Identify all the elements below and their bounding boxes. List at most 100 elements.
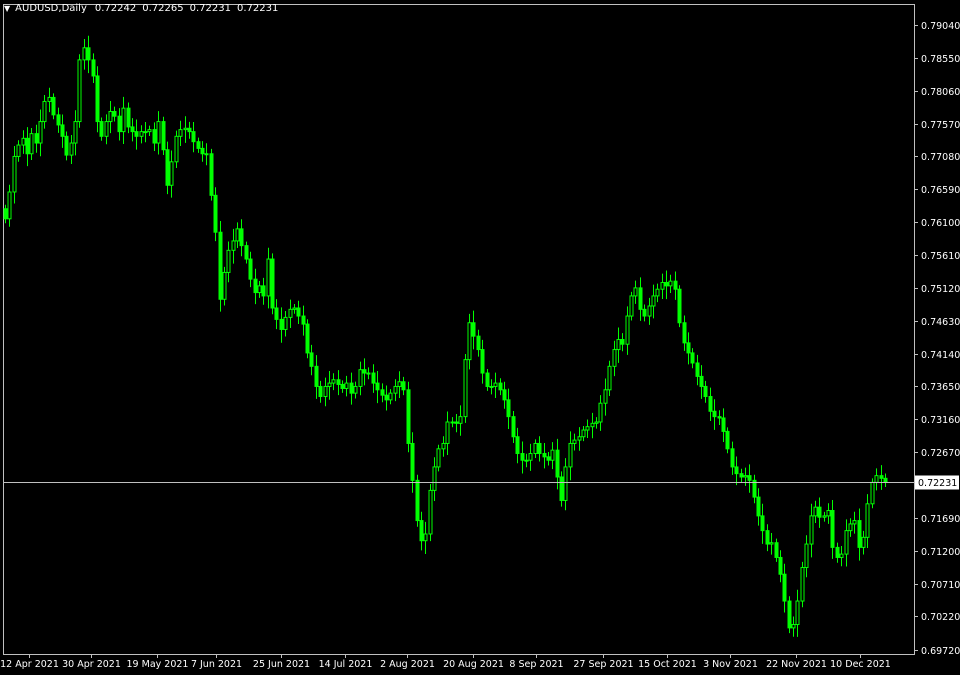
candle-body — [765, 530, 770, 545]
candle — [362, 358, 367, 386]
candle-body — [34, 133, 39, 144]
candle — [301, 305, 306, 336]
candle — [375, 371, 380, 404]
candle-body — [852, 520, 857, 525]
candle-body — [682, 322, 687, 344]
candle — [95, 66, 100, 133]
candle-body — [563, 466, 568, 501]
candle-body — [436, 448, 441, 468]
candle — [861, 530, 866, 555]
x-tick-label: 15 Oct 2021 — [638, 659, 697, 670]
candle-body — [730, 448, 735, 468]
candle-body — [226, 249, 231, 273]
candle-body — [261, 285, 266, 297]
candle-body — [336, 379, 341, 385]
candle-body — [616, 339, 621, 351]
candle — [730, 441, 735, 475]
candle-body — [844, 530, 849, 555]
candle-body — [848, 523, 853, 532]
candle-body — [874, 475, 879, 483]
candle-body — [183, 127, 188, 131]
candle-body — [253, 278, 258, 294]
candle-body — [143, 131, 148, 134]
candle — [3, 204, 8, 224]
x-tick-label: 22 Nov 2021 — [766, 659, 827, 670]
candle — [60, 114, 65, 148]
candle-body — [388, 392, 393, 401]
candle — [401, 376, 406, 396]
candle — [143, 121, 148, 143]
candle — [629, 291, 634, 321]
candle — [559, 471, 564, 507]
candle-body — [283, 316, 288, 330]
candle — [506, 388, 511, 430]
candle — [353, 381, 358, 399]
candle — [432, 457, 437, 502]
candle — [703, 380, 708, 403]
candle-body — [95, 75, 100, 123]
candle — [804, 535, 809, 578]
candle-body — [99, 121, 104, 137]
candle-body — [677, 288, 682, 324]
candle-body — [467, 322, 472, 361]
candle — [568, 431, 573, 481]
y-tick-label: 0.71690 — [921, 514, 960, 525]
candle — [380, 383, 385, 403]
candlestick-chart[interactable]: 0.79040 0.78550 0.78060 0.77570 0.77080 0.765… — [0, 0, 960, 675]
candle — [695, 354, 700, 386]
candle — [463, 353, 468, 423]
candle-body — [419, 520, 424, 542]
candle — [699, 365, 704, 399]
candle-body — [423, 533, 428, 542]
candle-body — [769, 542, 774, 545]
candle-body — [327, 382, 332, 387]
candle — [620, 333, 625, 352]
candle — [309, 344, 314, 376]
candle-body — [647, 305, 652, 317]
candle-body — [607, 365, 612, 391]
candle — [603, 378, 608, 416]
candle-body — [371, 372, 376, 384]
candle-body — [717, 416, 722, 419]
candle — [760, 503, 765, 544]
x-tick-label: 3 Nov 2021 — [703, 659, 758, 670]
y-tick-label: 0.76100 — [921, 218, 960, 229]
x-tick-label: 7 Jun 2021 — [191, 659, 242, 670]
candle-body — [239, 228, 244, 247]
candle-body — [200, 147, 205, 155]
candle-body — [244, 245, 249, 260]
candle — [191, 121, 196, 153]
candle-body — [445, 421, 450, 444]
candle-body — [38, 121, 43, 144]
candle-body — [546, 456, 551, 461]
candle-body — [156, 121, 161, 144]
candle-body — [12, 155, 17, 193]
candle — [528, 443, 533, 471]
candle-body — [292, 307, 297, 310]
candle — [82, 38, 87, 70]
candle — [117, 108, 122, 141]
candle — [647, 297, 652, 325]
candle — [349, 372, 354, 405]
candle — [450, 417, 455, 428]
candle — [493, 372, 498, 398]
candle — [848, 518, 853, 537]
candle — [717, 410, 722, 426]
candle — [270, 253, 275, 315]
candle — [607, 360, 612, 397]
candle — [752, 474, 757, 504]
candle-body — [384, 394, 389, 401]
candle — [156, 111, 161, 155]
candle-body — [804, 543, 809, 569]
candle — [244, 241, 249, 264]
candle-body — [690, 352, 695, 364]
candle — [835, 542, 840, 563]
candle-body — [178, 129, 183, 137]
chart-area[interactable]: 0.79040 0.78550 0.78060 0.77570 0.77080 0.765… — [0, 0, 960, 675]
chart-menu-arrow-icon[interactable]: ▼ — [4, 4, 10, 13]
candle — [323, 377, 328, 407]
candle — [830, 500, 835, 559]
candle-body — [830, 510, 835, 548]
candle — [257, 281, 262, 298]
y-tick-label: 0.77080 — [921, 152, 960, 163]
